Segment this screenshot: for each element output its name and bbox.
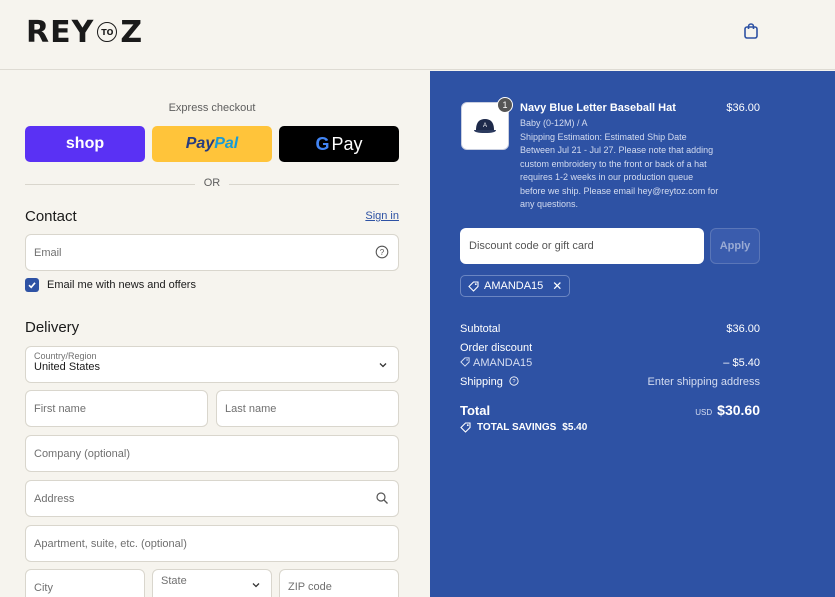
delivery-heading: Delivery — [25, 319, 80, 336]
state-select[interactable]: State — [152, 569, 272, 597]
order-summary: A 1 Navy Blue Letter Baseball Hat $36.00… — [430, 71, 835, 597]
total-value: $30.60 — [717, 402, 760, 418]
shipping-value: Enter shipping address — [647, 376, 760, 388]
first-name-placeholder: First name — [34, 402, 86, 415]
paypal-button[interactable]: Pay Pal — [152, 126, 272, 162]
zip-placeholder: ZIP code — [288, 581, 332, 593]
help-icon[interactable]: ? — [375, 245, 389, 259]
or-label: OR — [203, 177, 221, 189]
sign-in-link[interactable]: Sign in — [365, 210, 399, 222]
total-label: Total — [460, 403, 491, 418]
search-icon — [376, 492, 388, 504]
applied-code: AMANDA15 — [484, 280, 544, 292]
discount-code-label: AMANDA15 — [473, 357, 533, 369]
shipping-label: Shipping — [460, 376, 503, 388]
google-g-icon: G — [315, 133, 330, 154]
discount-code-input[interactable]: Discount code or gift card — [460, 228, 704, 264]
logo-badge: TO — [97, 22, 118, 42]
first-name-field[interactable]: First name — [25, 390, 208, 427]
newsletter-label: Email me with news and offers — [47, 279, 196, 291]
subtotal-row: Subtotal $36.00 — [460, 323, 760, 335]
currency-code: USD — [695, 408, 713, 417]
city-field[interactable]: City — [25, 569, 145, 597]
state-placeholder: State — [161, 575, 187, 587]
quantity-badge: 1 — [497, 97, 513, 113]
city-placeholder: City — [34, 581, 53, 594]
last-name-field[interactable]: Last name — [216, 390, 399, 427]
newsletter-checkbox[interactable] — [25, 278, 39, 292]
company-placeholder: Company (optional) — [34, 447, 130, 460]
cart-button[interactable] — [742, 22, 762, 42]
header: REY TO Z — [0, 0, 835, 70]
applied-discount-chip: AMANDA15 ✕ — [460, 275, 571, 297]
logo-text-left: REY — [26, 14, 95, 50]
google-pay-button[interactable]: G Pay — [279, 126, 399, 162]
remove-discount-icon[interactable]: ✕ — [552, 279, 562, 293]
country-value: United States — [34, 361, 101, 373]
tag-icon — [468, 280, 479, 292]
check-icon — [28, 282, 36, 289]
apply-button[interactable]: Apply — [710, 228, 760, 264]
chevron-down-icon — [252, 583, 260, 588]
baseball-hat-icon: A — [474, 119, 496, 133]
shop-pay-label: shop — [65, 135, 105, 152]
logo-text-right: Z — [120, 14, 144, 50]
zip-field[interactable]: ZIP code — [279, 569, 399, 597]
savings-label: TOTAL SAVINGS — [477, 422, 557, 433]
subtotal-value: $36.00 — [726, 323, 760, 335]
checkout-form: Express checkout shop Pay Pal G Pay OR Co… — [0, 71, 430, 597]
shipping-note: Shipping Estimation: Estimated Ship Date… — [520, 131, 719, 210]
company-field[interactable]: Company (optional) — [25, 435, 399, 472]
last-name-placeholder: Last name — [225, 402, 277, 415]
svg-text:?: ? — [380, 248, 385, 257]
shop-pay-button[interactable]: shop — [25, 126, 145, 162]
apartment-field[interactable]: Apartment, suite, etc. (optional) — [25, 525, 399, 562]
total-amount: USD $30.60 — [695, 402, 760, 418]
savings-value: $5.40 — [562, 422, 588, 433]
discount-code-row: AMANDA15 – $5.40 — [460, 357, 760, 369]
shipping-row: Shipping ? Enter shipping address — [460, 376, 760, 388]
order-discount-label: Order discount — [460, 342, 533, 354]
product-name: Navy Blue Letter Baseball Hat — [520, 102, 676, 114]
product-details: Baby (0-12M) / A Shipping Estimation: Es… — [520, 117, 720, 212]
total-savings: TOTAL SAVINGS $5.40 — [460, 422, 587, 433]
apartment-placeholder: Apartment, suite, etc. (optional) — [34, 537, 187, 550]
subtotal-label: Subtotal — [460, 323, 501, 335]
order-discount-row: Order discount — [460, 342, 760, 354]
svg-text:A: A — [483, 123, 487, 129]
discount-value: – $5.40 — [723, 357, 760, 369]
product-price: $36.00 — [726, 102, 760, 114]
tag-icon — [460, 357, 470, 367]
contact-heading: Contact — [25, 208, 77, 225]
address-placeholder: Address — [34, 492, 75, 505]
or-divider: OR — [25, 177, 399, 191]
express-checkout-title: Express checkout — [168, 102, 256, 114]
brand-logo[interactable]: REY TO Z — [26, 14, 143, 50]
discount-placeholder: Discount code or gift card — [469, 240, 594, 252]
newsletter-row: Email me with news and offers — [25, 278, 196, 292]
email-placeholder: Email — [34, 246, 62, 259]
address-field[interactable]: Address — [25, 480, 399, 517]
product-variant: Baby (0-12M) / A — [520, 118, 588, 128]
email-field[interactable]: Email ? — [25, 234, 399, 271]
google-pay-label: Pay — [331, 133, 363, 154]
chevron-down-icon — [379, 363, 387, 368]
country-select[interactable]: Country/Region United States — [25, 346, 399, 383]
paypal-label-part2: Pal — [214, 135, 239, 152]
shopping-bag-icon — [744, 23, 758, 39]
country-label: Country/Region — [34, 351, 97, 361]
help-icon[interactable]: ? — [509, 376, 519, 386]
paypal-label-part1: Pay — [185, 135, 215, 152]
tag-icon — [460, 422, 471, 433]
svg-text:?: ? — [512, 379, 515, 385]
